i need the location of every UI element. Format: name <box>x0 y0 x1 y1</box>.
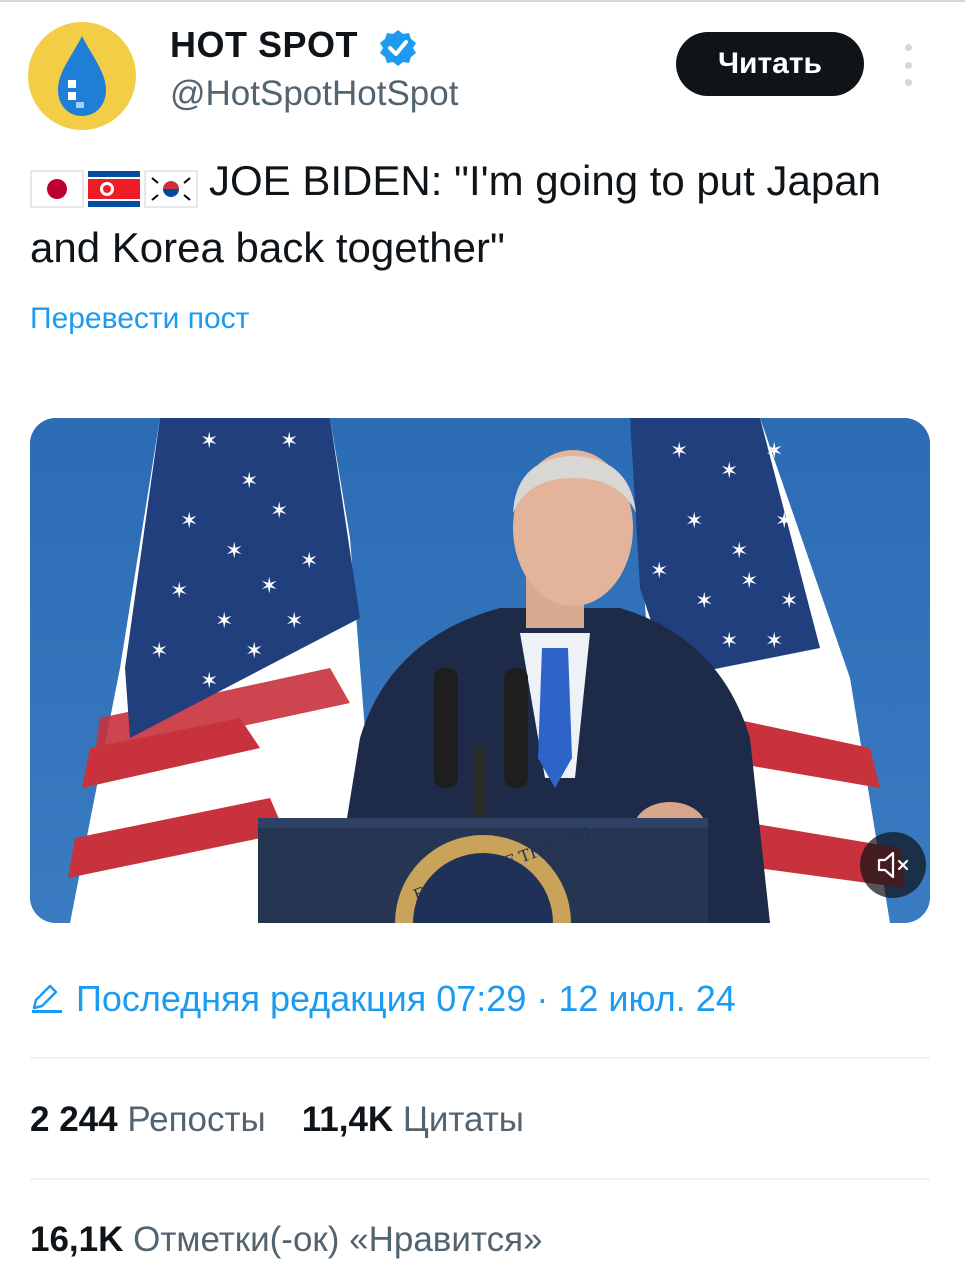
svg-text:✶: ✶ <box>270 499 288 524</box>
translate-post-link[interactable]: Перевести пост <box>30 302 249 336</box>
japan-flag-icon <box>30 170 84 208</box>
quotes-stat[interactable]: 11,4K Цитаты <box>302 1100 524 1140</box>
svg-text:✶: ✶ <box>200 429 218 454</box>
reposts-label: Репосты <box>127 1100 266 1139</box>
likes-count: 16,1K <box>30 1220 124 1259</box>
north-korea-flag-icon <box>88 170 140 207</box>
account-handle[interactable]: @HotSpotHotSpot <box>170 74 458 114</box>
svg-text:✶: ✶ <box>150 639 168 664</box>
svg-text:✶: ✶ <box>720 629 738 654</box>
svg-text:✶: ✶ <box>285 609 303 634</box>
stats-row: 2 244 Репосты 11,4K Цитаты <box>30 1100 560 1140</box>
quotes-label: Цитаты <box>402 1100 524 1139</box>
tweet-text: JOE BIDEN: "I'm going to put Japan and K… <box>30 150 930 279</box>
svg-text:✶: ✶ <box>240 469 258 494</box>
display-name[interactable]: HOT SPOT <box>170 24 358 66</box>
avatar[interactable] <box>28 22 136 130</box>
volume-muted-icon[interactable] <box>860 832 926 898</box>
tweet-video[interactable]: ✶ ✶ ✶ ✶ ✶ ✶ ✶ ✶ ✶ ✶ ✶ ✶ ✶ ✶ ✶ ✶ ✶ ✶ ✶ ✶ ✶ ✶ ✶ ✶ ✶ ✶ ESIDE… <box>30 418 930 923</box>
top-border <box>0 0 965 2</box>
read-button[interactable]: Читать <box>676 32 864 96</box>
divider <box>30 1057 930 1059</box>
svg-text:✶: ✶ <box>225 539 243 564</box>
svg-text:✶: ✶ <box>180 509 198 534</box>
svg-text:✶: ✶ <box>650 559 668 584</box>
verified-badge-icon <box>380 30 416 66</box>
last-edited-text: Последняя редакция 07:29 · 12 июл. 24 <box>76 978 736 1019</box>
flag-emojis <box>30 155 201 217</box>
more-vertical-icon[interactable] <box>898 44 918 86</box>
svg-text:✶: ✶ <box>685 509 703 534</box>
svg-text:✶: ✶ <box>200 669 218 694</box>
svg-text:✶: ✶ <box>695 589 713 614</box>
svg-text:✶: ✶ <box>670 439 688 464</box>
svg-text:✶: ✶ <box>280 429 298 454</box>
svg-text:✶: ✶ <box>780 589 798 614</box>
svg-text:✶: ✶ <box>245 639 263 664</box>
svg-text:✶: ✶ <box>775 509 793 534</box>
svg-text:✶: ✶ <box>765 629 783 654</box>
reposts-stat[interactable]: 2 244 Репосты <box>30 1100 266 1140</box>
likes-row: 16,1K Отметки(-ок) «Нравится» <box>30 1220 579 1260</box>
south-korea-flag-icon <box>144 170 198 208</box>
likes-stat[interactable]: 16,1K Отметки(-ок) «Нравится» <box>30 1220 543 1260</box>
pencil-icon <box>32 984 62 1013</box>
svg-text:✶: ✶ <box>730 539 748 564</box>
svg-text:✶: ✶ <box>260 574 278 599</box>
last-edited-link[interactable]: Последняя редакция 07:29 · 12 июл. 24 <box>30 978 736 1020</box>
video-frame-image: ✶✶✶ ✶✶✶ ✶✶✶ ✶✶✶ ✶✶ ✶✶✶ ✶✶✶ ✶✶✶ ✶✶ ✶ ESIDE… <box>30 418 930 923</box>
divider <box>30 1178 930 1180</box>
svg-text:✶: ✶ <box>170 579 188 604</box>
svg-text:✶: ✶ <box>740 569 758 594</box>
quotes-count: 11,4K <box>301 1100 394 1139</box>
likes-label: Отметки(-ок) «Нравится» <box>133 1220 543 1259</box>
svg-text:✶: ✶ <box>215 609 233 634</box>
reposts-count: 2 244 <box>30 1100 118 1139</box>
water-drop-logo-icon <box>58 36 106 116</box>
svg-text:✶: ✶ <box>720 459 738 484</box>
svg-text:✶: ✶ <box>300 549 318 574</box>
svg-text:✶: ✶ <box>765 439 783 464</box>
